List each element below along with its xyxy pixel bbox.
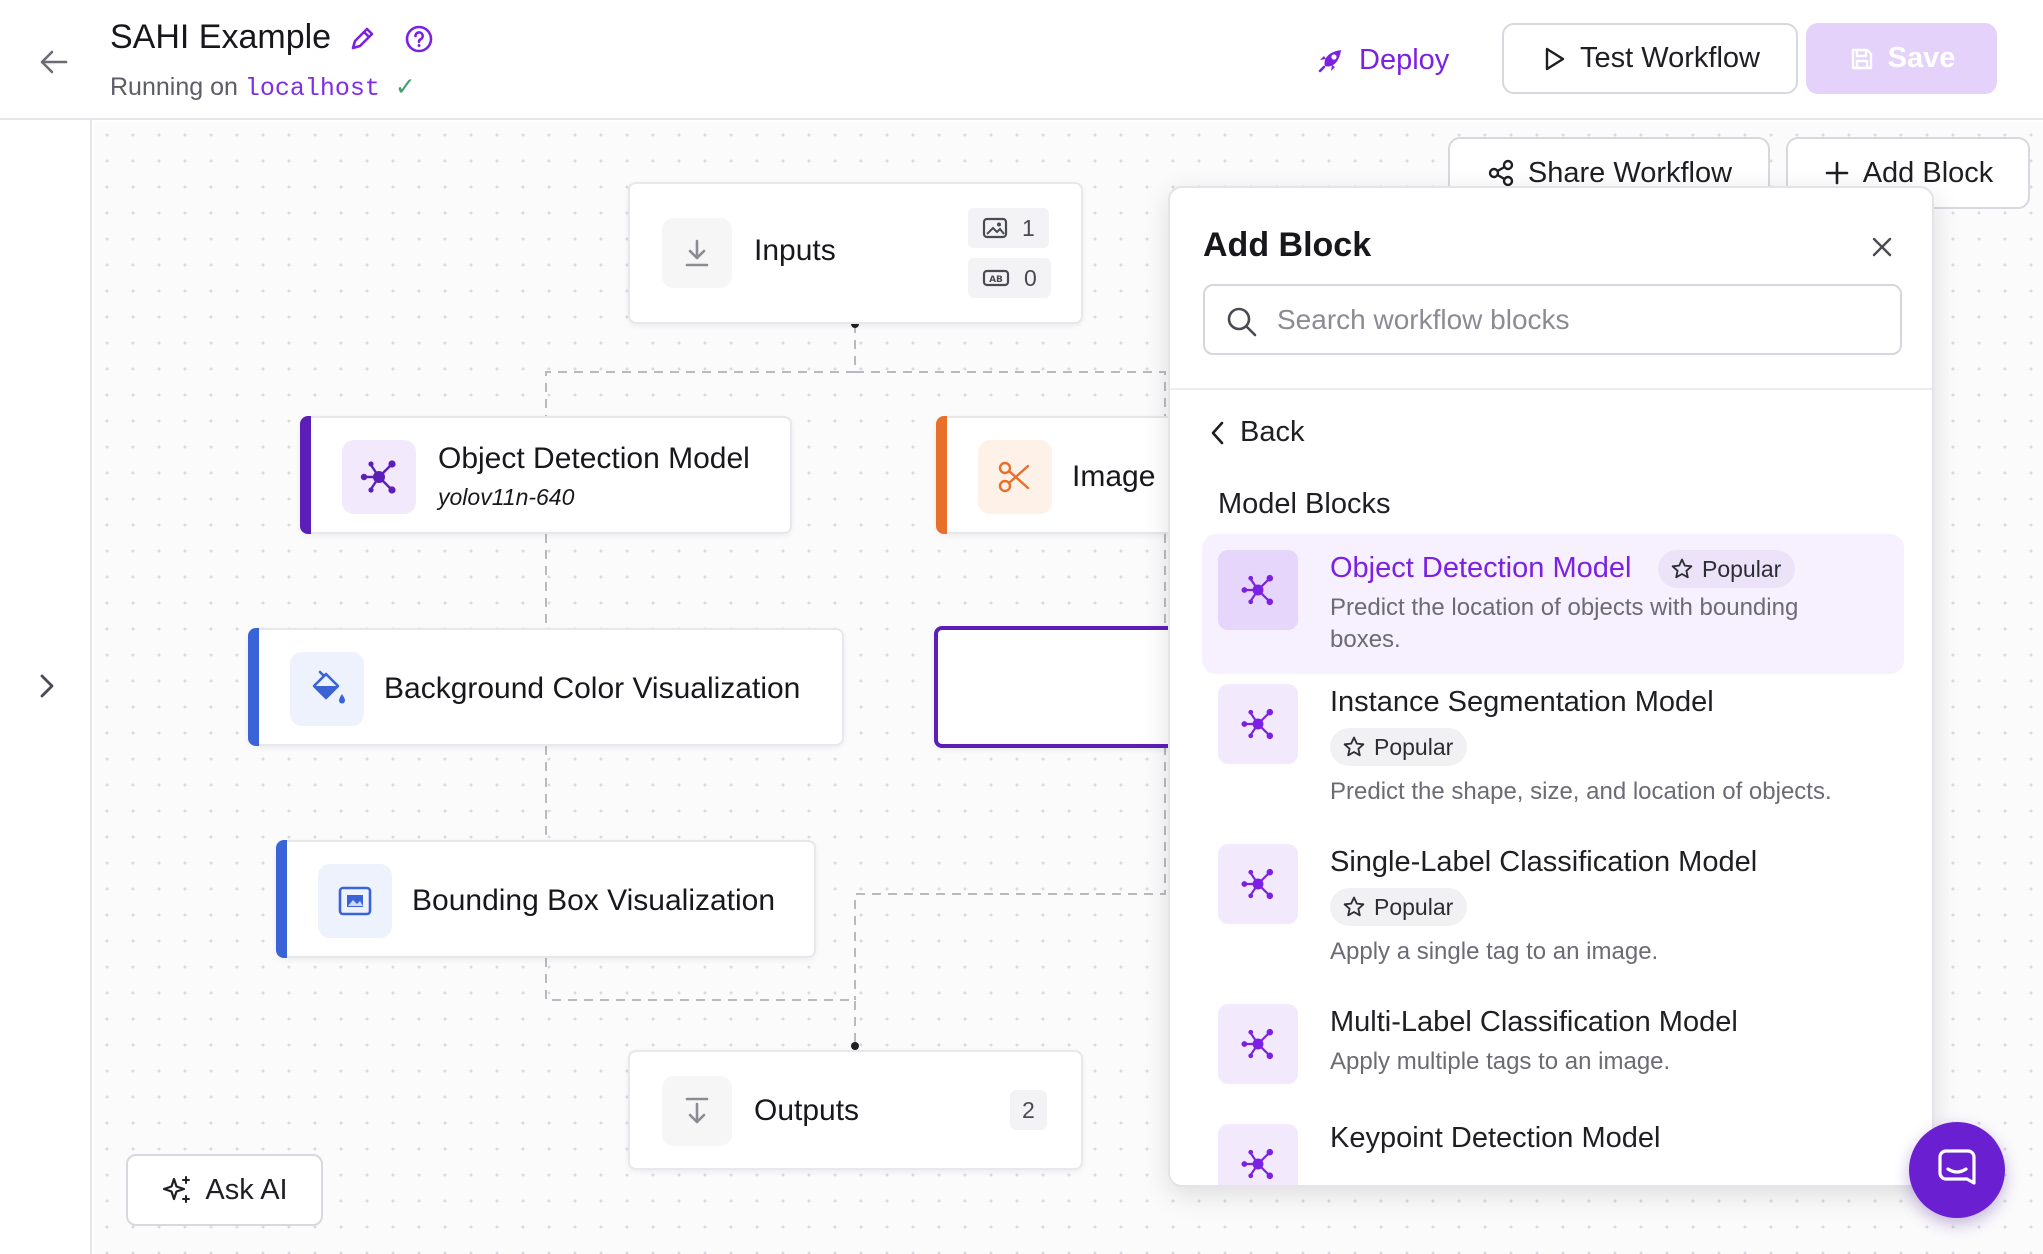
block-icon-tile — [1218, 684, 1298, 764]
param-input-count: AB 0 — [968, 258, 1051, 298]
bounding-box-label: Bounding Box Visualization — [412, 884, 776, 917]
popular-label: Popular — [1374, 893, 1454, 920]
popular-label: Popular — [1702, 555, 1782, 582]
inputs-icon-tile — [662, 218, 732, 288]
download-icon — [685, 239, 709, 267]
bounding-box-icon-tile — [318, 864, 392, 938]
paint-icon-tile — [290, 652, 364, 726]
popular-badge: Popular — [1330, 728, 1468, 766]
block-item-object-detection[interactable]: Object Detection Model Popular Predict t… — [1202, 534, 1904, 674]
model-icon-tile — [342, 440, 416, 514]
object-detection-node[interactable]: Object Detection Model yolov11n-640 — [300, 416, 792, 534]
model-network-icon — [1241, 1148, 1274, 1180]
popular-badge: Popular — [1658, 550, 1796, 588]
block-item-instance-segmentation[interactable]: Instance Segmentation Model Popular Pred… — [1202, 684, 1904, 834]
object-detection-label: Object Detection Model — [438, 442, 750, 475]
star-icon — [1343, 736, 1365, 757]
popular-badge: Popular — [1330, 888, 1468, 926]
model-network-icon — [1241, 574, 1274, 606]
image-count-value: 1 — [1022, 214, 1035, 241]
block-description: Predict the shape, size, and location of… — [1330, 778, 1832, 805]
inputs-label: Inputs — [754, 234, 836, 267]
background-color-node[interactable]: Background Color Visualization — [248, 628, 844, 746]
block-description: Apply a single tag to an image. — [1330, 938, 1659, 965]
outputs-count: 2 — [1010, 1090, 1047, 1130]
support-chat-button[interactable] — [1909, 1122, 2005, 1218]
panel-title: Add Block — [1203, 226, 1372, 264]
section-title: Model Blocks — [1218, 488, 1391, 520]
text-field-icon: AB — [982, 269, 1010, 287]
block-description: Predict the location of objects with bou… — [1330, 594, 1799, 653]
close-icon[interactable] — [1867, 232, 1897, 262]
node-accent-bar — [276, 840, 287, 958]
block-icon-tile — [1218, 1004, 1298, 1084]
block-name: Multi-Label Classification Model — [1330, 1006, 1738, 1038]
star-icon — [1343, 896, 1365, 917]
image-input-count: 1 — [968, 208, 1049, 248]
star-icon — [1671, 558, 1693, 579]
search-icon — [1227, 307, 1257, 337]
model-network-icon — [1241, 708, 1274, 740]
block-name: Single-Label Classification Model — [1330, 846, 1758, 878]
model-network-icon — [1241, 868, 1274, 900]
block-icon-tile — [1218, 1124, 1298, 1185]
search-input[interactable] — [1277, 300, 1887, 340]
node-accent-bar — [300, 416, 311, 534]
node-accent-bar — [936, 416, 947, 534]
node-accent-bar — [248, 628, 259, 746]
background-color-label: Background Color Visualization — [384, 672, 801, 705]
outputs-node[interactable]: Outputs 2 — [628, 1050, 1083, 1170]
outputs-label: Outputs — [754, 1094, 860, 1127]
back-button[interactable]: Back — [1208, 416, 1304, 449]
block-item-keypoint-detection[interactable]: Keypoint Detection Model — [1202, 1122, 1904, 1185]
search-field[interactable] — [1203, 284, 1902, 355]
block-icon-tile — [1218, 550, 1298, 630]
block-icon-tile — [1218, 844, 1298, 924]
plus-icon — [1825, 161, 1849, 185]
model-network-icon — [1241, 1028, 1274, 1060]
object-detection-model-name: yolov11n-640 — [438, 484, 575, 510]
ask-ai-button[interactable]: Ask AI — [126, 1154, 323, 1226]
block-name: Instance Segmentation Model — [1330, 686, 1714, 718]
inputs-node[interactable]: Inputs 1 AB 0 — [628, 182, 1083, 324]
scissors-icon — [998, 461, 1030, 493]
chevron-left-icon — [1211, 421, 1224, 444]
block-item-multi-label-classification[interactable]: Multi-Label Classification Model Apply m… — [1202, 1004, 1904, 1104]
image-node-label: Image — [1072, 460, 1156, 493]
scissors-icon-tile — [978, 440, 1052, 514]
svg-text:AB: AB — [989, 275, 1003, 285]
panel-divider — [1170, 388, 1932, 390]
popular-label: Popular — [1374, 733, 1454, 760]
block-name: Object Detection Model — [1330, 552, 1632, 584]
add-block-label: Add Block — [1862, 156, 1994, 189]
block-name: Keypoint Detection Model — [1330, 1122, 1661, 1154]
ask-ai-label: Ask AI — [205, 1173, 288, 1206]
outputs-icon-tile — [662, 1076, 732, 1146]
add-block-panel: Add Block Back Model Blocks Object Detec… — [1168, 186, 1934, 1187]
block-description: Apply multiple tags to an image. — [1330, 1048, 1671, 1075]
back-label: Back — [1240, 416, 1305, 448]
sparkles-icon — [163, 1176, 191, 1203]
paint-bucket-icon — [312, 670, 345, 704]
outputs-count-value: 2 — [1022, 1096, 1035, 1123]
chat-icon — [1938, 1149, 1976, 1185]
image-icon — [982, 217, 1008, 239]
param-count-value: 0 — [1024, 264, 1037, 291]
bounding-box-icon — [338, 886, 372, 916]
share-icon — [1488, 159, 1514, 187]
model-network-icon — [360, 460, 396, 494]
bounding-box-node[interactable]: Bounding Box Visualization — [276, 840, 816, 958]
block-item-single-label-classification[interactable]: Single-Label Classification Model Popula… — [1202, 844, 1904, 994]
share-workflow-label: Share Workflow — [1527, 156, 1733, 189]
output-arrow-icon — [685, 1097, 709, 1124]
